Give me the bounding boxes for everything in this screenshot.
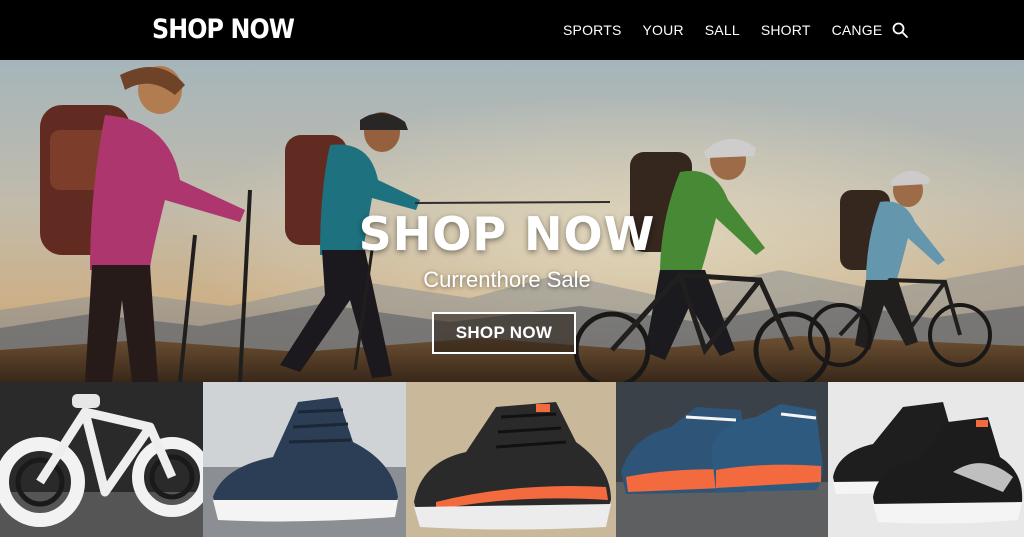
product-tile-black-sneaker[interactable] xyxy=(828,382,1024,537)
nav-item-sall[interactable]: SALL xyxy=(705,19,740,41)
nav-item-sports[interactable]: SPORTS xyxy=(563,19,622,41)
sneaker-photo xyxy=(406,382,616,537)
product-grid xyxy=(0,382,1024,537)
top-navigation-bar: SHOP NOW SPORTS YOUR SALL SHORT CANGE xyxy=(0,0,1024,60)
logo[interactable]: SHOP NOW xyxy=(152,13,295,47)
nav-item-cange[interactable]: CANGE xyxy=(832,19,883,41)
hero-title: SHOP NOW xyxy=(358,207,656,261)
hero-subtitle: Currenthore Sale xyxy=(423,267,591,292)
hero-banner: SHOP NOW Currenthore Sale SHOP NOW xyxy=(0,60,1024,382)
sneaker-photo xyxy=(203,382,406,537)
product-tile-shoe-pair[interactable] xyxy=(616,382,828,537)
sneaker-photo xyxy=(828,382,1024,537)
product-tile-bike[interactable] xyxy=(0,382,203,537)
search-icon[interactable] xyxy=(892,22,909,38)
shop-now-button[interactable]: SHOP NOW xyxy=(432,312,576,354)
nav-item-short[interactable]: SHORT xyxy=(761,19,811,41)
nav-item-your[interactable]: YOUR xyxy=(643,19,684,41)
main-nav: SPORTS YOUR SALL SHORT CANGE xyxy=(563,19,909,41)
sneaker-photo xyxy=(616,382,828,537)
bicycle-photo xyxy=(0,382,203,537)
product-tile-navy-sneaker[interactable] xyxy=(203,382,406,537)
product-tile-orange-runner[interactable] xyxy=(406,382,616,537)
